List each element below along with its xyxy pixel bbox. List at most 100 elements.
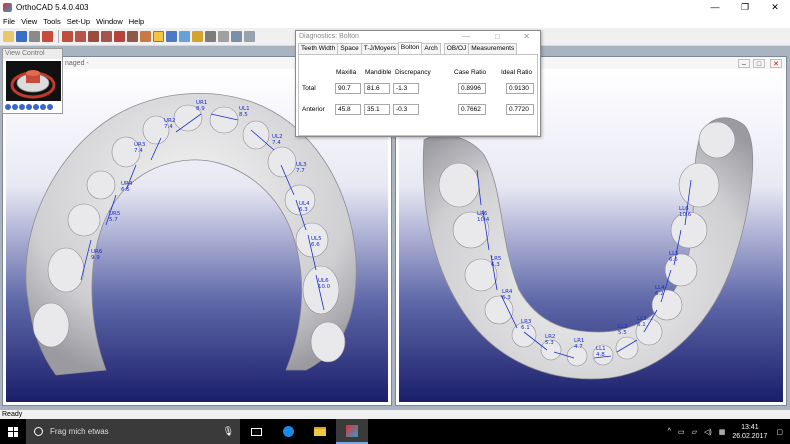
view-right-icon[interactable]	[101, 31, 112, 42]
restore-button[interactable]: ❐	[730, 0, 760, 15]
total-mandible: 81.6	[364, 83, 390, 94]
header-discrepancy: Discrepancy	[395, 69, 431, 76]
clock-time: 13:41	[741, 423, 759, 431]
rotate-icon[interactable]	[26, 104, 32, 110]
zoom-fit-icon[interactable]	[19, 104, 25, 110]
close-button[interactable]: ✕	[760, 0, 790, 15]
diagnostics-title: Diagnostics: Bolton	[299, 33, 359, 40]
menu-file[interactable]: File	[0, 17, 18, 26]
label-ll2: LL2 5.5	[618, 324, 628, 336]
compass-icon[interactable]	[47, 104, 53, 110]
anterior-mandible: 35.1	[364, 104, 390, 115]
search-placeholder: Frag mich etwas	[50, 427, 109, 436]
tab-ob-oj[interactable]: OB/OJ	[443, 43, 470, 54]
view-bottom-icon[interactable]	[127, 31, 138, 42]
menu-tools[interactable]: Tools	[40, 17, 64, 26]
dialog-minimize-button[interactable]: —	[462, 31, 470, 42]
total-ideal-ratio: 0.9130	[506, 83, 534, 94]
tab-arch[interactable]: Arch	[421, 43, 441, 54]
anterior-discrepancy: -0.3	[393, 104, 419, 115]
start-button[interactable]	[0, 419, 26, 444]
print-icon[interactable]	[29, 31, 40, 42]
total-discrepancy: -1.3	[393, 83, 419, 94]
tab-measurements[interactable]: Measurements	[468, 43, 518, 54]
send-icon[interactable]	[42, 31, 53, 42]
label-ur5: UR5 5.7	[109, 211, 121, 223]
header-case-ratio: Case Ratio	[454, 69, 487, 76]
label-ll4: LL4 6.2	[655, 285, 665, 297]
view-control-panel: View Control	[2, 48, 63, 114]
zoom-in-icon[interactable]	[5, 104, 11, 110]
view-front-icon[interactable]	[62, 31, 73, 42]
network-icon[interactable]: ▱	[692, 428, 697, 436]
view-control-preview[interactable]	[6, 61, 61, 101]
tooth-icon[interactable]	[140, 31, 151, 42]
menu-setup[interactable]: Set-Up	[64, 17, 93, 26]
measure-tool-icon[interactable]	[153, 31, 164, 42]
menu-help[interactable]: Help	[126, 17, 147, 26]
tray-up-arrow-icon[interactable]: ^	[668, 428, 671, 435]
reset-view-icon[interactable]	[40, 104, 46, 110]
pan-icon[interactable]	[33, 104, 39, 110]
minimize-button[interactable]: —	[700, 0, 730, 15]
view-top-icon[interactable]	[114, 31, 125, 42]
setup-icon[interactable]	[231, 31, 242, 42]
taskbar-search[interactable]: Frag mich etwas 🎙	[26, 419, 240, 444]
cortana-icon	[34, 427, 43, 436]
row-label-anterior: Anterior	[302, 106, 325, 113]
tab-tj-moyers[interactable]: T-J/Moyers	[360, 43, 399, 54]
title-bar: OrthoCAD 5.4.0.403 — ❐ ✕	[0, 0, 790, 15]
microphone-icon[interactable]: 🎙	[223, 426, 234, 437]
child-minimize-button[interactable]: –	[738, 59, 750, 68]
total-case-ratio: 0.8996	[458, 83, 486, 94]
section-icon[interactable]	[218, 31, 229, 42]
dialog-maximize-button[interactable]: □	[495, 31, 500, 42]
edge-browser-icon[interactable]	[272, 419, 304, 444]
label-ur6: UR6 9.9	[91, 249, 103, 261]
dialog-close-button[interactable]: ✕	[523, 31, 530, 42]
file-explorer-icon[interactable]	[304, 419, 336, 444]
diagnostics-icon[interactable]	[166, 31, 177, 42]
menu-view[interactable]: View	[18, 17, 40, 26]
tab-bolton[interactable]: Bolton	[397, 42, 423, 54]
label-ll6: LL6 10.6	[679, 206, 692, 218]
save-icon[interactable]	[16, 31, 27, 42]
window-title: OrthoCAD 5.4.0.403	[16, 3, 89, 12]
anterior-ideal-ratio: 0.7720	[506, 104, 534, 115]
keyboard-icon[interactable]: ▦	[719, 428, 726, 436]
header-maxilla: Maxilla	[336, 69, 357, 76]
diagnostics-dialog: Diagnostics: Bolton — □ ✕ Teeth Width Sp…	[295, 30, 541, 137]
tab-teeth-width[interactable]: Teeth Width	[298, 43, 339, 54]
volume-icon[interactable]: ◁)	[704, 428, 712, 436]
label-ll3: LL3 6.1	[637, 316, 647, 328]
child-maximize-button[interactable]: □	[753, 59, 765, 68]
notification-icon[interactable]: ▢	[776, 428, 783, 436]
clock[interactable]: 13:41 26.02.2017	[732, 423, 767, 441]
view-left-icon[interactable]	[88, 31, 99, 42]
label-ur4: UR4 6.5	[121, 181, 133, 193]
clock-date: 26.02.2017	[732, 432, 768, 440]
menu-bar: File View Tools Set-Up Window Help	[0, 15, 790, 27]
anterior-case-ratio: 0.7662	[458, 104, 486, 115]
battery-icon[interactable]: ▭	[678, 428, 685, 436]
orthocad-taskbar-icon[interactable]	[336, 419, 368, 444]
lower-arch-gum	[422, 117, 754, 380]
label-ll1: LL1 4.8	[596, 346, 606, 358]
status-text: Ready	[2, 411, 23, 418]
open-folder-icon[interactable]	[3, 31, 14, 42]
zoom-out-icon[interactable]	[12, 104, 18, 110]
view-back-icon[interactable]	[75, 31, 86, 42]
window-title-fragment: naged -	[65, 59, 89, 67]
occlusion-icon[interactable]	[179, 31, 190, 42]
grid-icon[interactable]	[205, 31, 216, 42]
row-label-total: Total	[302, 85, 316, 92]
app-icon	[3, 3, 12, 12]
view-control-title: View Control	[3, 49, 62, 59]
ruler-icon[interactable]	[244, 31, 255, 42]
pencil-icon[interactable]	[192, 31, 203, 42]
total-maxilla: 90.7	[335, 83, 361, 94]
child-close-button[interactable]: ✕	[770, 59, 782, 68]
tab-space[interactable]: Space	[337, 43, 362, 54]
menu-window[interactable]: Window	[93, 17, 126, 26]
task-view-icon[interactable]	[240, 419, 272, 444]
